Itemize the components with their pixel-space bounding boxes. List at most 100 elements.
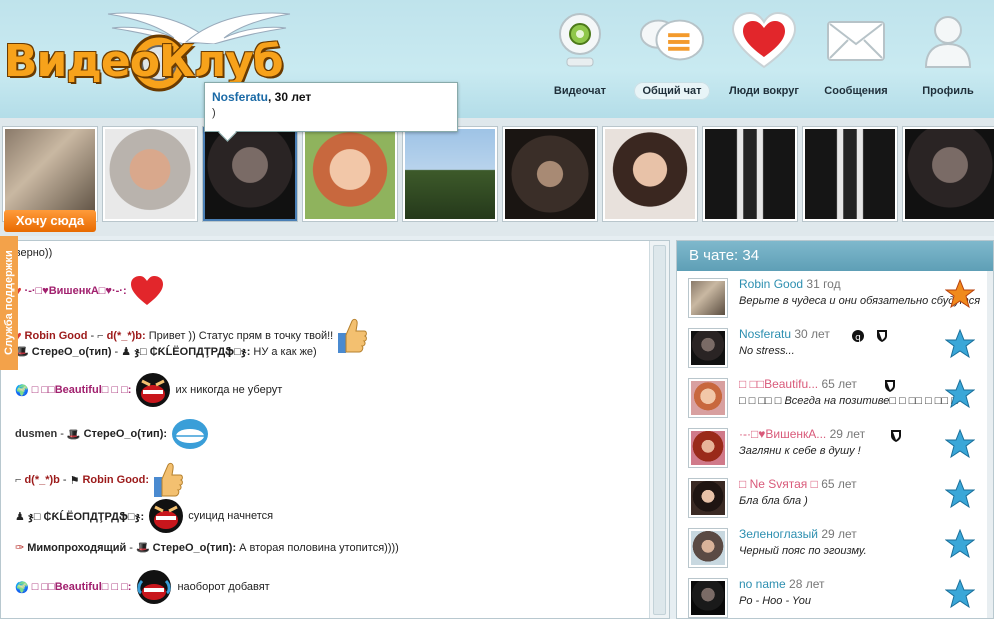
nav-label: Сообщения — [824, 85, 888, 97]
blue-star-icon — [945, 479, 975, 509]
message-nick[interactable]: ·-·□♥ВишенкА□♥·-·: — [25, 285, 127, 297]
message-recipient[interactable]: d(*_*)b: — [107, 330, 146, 342]
chat-panel: (аверно)) ♥ ·-·□♥ВишенкА□♥·-·: ♥ Robin G… — [0, 240, 670, 619]
user-list-item[interactable]: Robin Good 31 год Верьте в чудеса и они … — [689, 277, 989, 323]
user-name-line[interactable]: Nosferatu 30 лет — [739, 327, 830, 341]
main-nav: Видеочат Общий чат Люди вокруг Сообщения… — [534, 8, 994, 108]
user-name-line[interactable]: Зеленоглазый 29 лет — [739, 527, 857, 541]
user-status: Черный пояс по эгоизму. — [739, 545, 867, 557]
message-nick[interactable]: □ □□Beautiful□ □ □: — [32, 384, 132, 396]
chat-message: 🌍 □ □□Beautiful□ □ □: их никогда не убер… — [15, 371, 282, 409]
gold-star-icon — [945, 279, 975, 309]
message-recipient[interactable]: СтереО_о(тип): — [84, 428, 167, 440]
message-recipient[interactable]: СтереО_о(тип): — [153, 542, 236, 554]
globe-icon: 🌍 — [15, 581, 29, 594]
avatar[interactable] — [689, 579, 727, 617]
avatar[interactable] — [689, 529, 727, 567]
user-status: Po - Hoo - You — [739, 595, 811, 607]
user-name-line[interactable]: □ □□Beautifu... 65 лет — [739, 377, 857, 391]
nav-label: Видеочат — [553, 85, 607, 97]
profile-icon — [913, 8, 983, 74]
user-tooltip: Nosferatu, 30 лет ) — [204, 82, 458, 132]
message-nick[interactable]: dusmen — [15, 428, 57, 440]
avatar[interactable] — [689, 329, 727, 367]
avatar[interactable] — [689, 279, 727, 317]
user-name-line[interactable]: no name 28 лет — [739, 577, 825, 591]
user-photo[interactable] — [503, 127, 597, 221]
user-photo[interactable] — [803, 127, 897, 221]
nav-messages[interactable]: Сообщения — [810, 8, 902, 108]
grin-smiley-icon — [172, 419, 209, 449]
user-photo[interactable] — [303, 127, 397, 221]
chat-message: ⌐ d(*_*)b - ⚑ Robin Good: — [15, 461, 184, 499]
message-nick[interactable]: Мимопроходящий — [27, 542, 126, 554]
header: ВидеоКлуб Видеочат Общий чат Люди вокруг… — [0, 0, 994, 118]
laughing-smiley-icon — [136, 373, 171, 407]
avatar[interactable] — [689, 379, 727, 417]
message-text: Привет )) Статус прям в точку твой!! — [148, 330, 334, 342]
message-nick[interactable]: d(*_*)b — [24, 474, 59, 486]
user-name-line[interactable]: □ Ne Svятая □ 65 лет — [739, 477, 857, 491]
shield-icon — [885, 380, 895, 392]
user-icons — [883, 379, 897, 393]
tooltip-username[interactable]: Nosferatu — [212, 90, 268, 104]
gun-icon: ⌐ — [97, 330, 104, 342]
chat-message: ✑ Мимопроходящий - 🎩 СтереО_о(тип): А вт… — [15, 541, 399, 555]
bowler-hat-icon: 🎩 — [135, 542, 150, 554]
nav-profile[interactable]: Профиль — [902, 8, 994, 108]
nav-label: Общий чат — [634, 82, 710, 100]
user-list-item[interactable]: Nosferatu 30 лет q No stress... — [689, 327, 989, 373]
envelope-icon — [821, 8, 891, 74]
bowler-hat-icon: 🎩 — [66, 428, 81, 441]
user-status: □ □ □□ □ Всегда на позитиве□ □ □□ □ □□ □ — [739, 395, 958, 407]
user-photo[interactable] — [203, 127, 297, 221]
shield-icon — [891, 430, 901, 442]
nav-general-chat[interactable]: Общий чат — [626, 8, 718, 108]
user-photo[interactable] — [603, 127, 697, 221]
chat-bubbles-icon — [637, 8, 707, 74]
message-recipient[interactable]: ჯ□ ₵ƘĹЁОПДŢРДֆ□ჯ: — [134, 345, 250, 358]
crying-smiley-icon — [137, 570, 172, 604]
bunny-icon: ♟ — [15, 510, 25, 523]
user-photo[interactable] — [703, 127, 797, 221]
message-nick[interactable]: СтереО_о(тип) — [32, 346, 112, 358]
message-nick[interactable]: ჯ□ ₵ƘĹЁОПДŢРДֆ□ჯ: — [28, 510, 144, 523]
user-status: No stress... — [739, 345, 795, 357]
globe-icon: 🌍 — [15, 384, 29, 397]
message-recipient[interactable]: Robin Good: — [82, 474, 149, 486]
pipe-icon: ✑ — [15, 542, 25, 554]
heart-icon — [729, 8, 799, 74]
thumbs-up-icon — [338, 318, 368, 353]
message-nick[interactable]: Robin Good — [25, 330, 88, 342]
users-count-title: В чате: 34 — [677, 241, 993, 271]
avatar[interactable] — [689, 479, 727, 517]
user-name-line[interactable]: ·-·□♥ВишенкА... 29 лет — [739, 427, 865, 441]
user-list-item[interactable]: □ Ne Svятая □ 65 лет Бла бла бла ) — [689, 477, 989, 523]
users-scrollbar[interactable] — [987, 271, 993, 618]
message-nick[interactable]: □ □□Beautiful□ □ □: — [32, 581, 132, 593]
user-list-item[interactable]: no name 28 лет Po - Hoo - You — [689, 577, 989, 618]
user-list-item[interactable]: ·-·□♥ВишенкА... 29 лет Загляни к себе в … — [689, 427, 989, 473]
blue-star-icon — [945, 329, 975, 359]
photo-strip — [0, 118, 994, 236]
nav-videochat[interactable]: Видеочат — [534, 8, 626, 108]
blue-star-icon — [945, 579, 975, 609]
user-name-line[interactable]: Robin Good 31 год — [739, 277, 841, 291]
user-photo[interactable] — [903, 127, 994, 221]
scroll-thumb[interactable] — [653, 245, 666, 615]
chat-message: ♥ ·-·□♥ВишенкА□♥·-·: — [15, 275, 164, 307]
want-here-button[interactable]: Хочу сюда — [4, 210, 96, 232]
support-tab[interactable]: Служба поддержки — [0, 236, 18, 370]
svg-text:q: q — [855, 333, 861, 343]
user-list-item[interactable]: □ □□Beautifu... 65 лет □ □ □□ □ Всегда н… — [689, 377, 989, 423]
user-photo[interactable] — [3, 127, 97, 221]
user-photo[interactable] — [103, 127, 197, 221]
message-text: суицид начнется — [188, 510, 274, 522]
user-status: Загляни к себе в душу ! — [739, 445, 861, 457]
user-list-item[interactable]: Зеленоглазый 29 лет Черный пояс по эгоиз… — [689, 527, 989, 573]
chat-scrollbar[interactable] — [649, 241, 669, 618]
user-photo[interactable] — [403, 127, 497, 221]
avatar[interactable] — [689, 429, 727, 467]
nav-people-around[interactable]: Люди вокруг — [718, 8, 810, 108]
message-text: А вторая половина утопится)))) — [239, 541, 399, 554]
